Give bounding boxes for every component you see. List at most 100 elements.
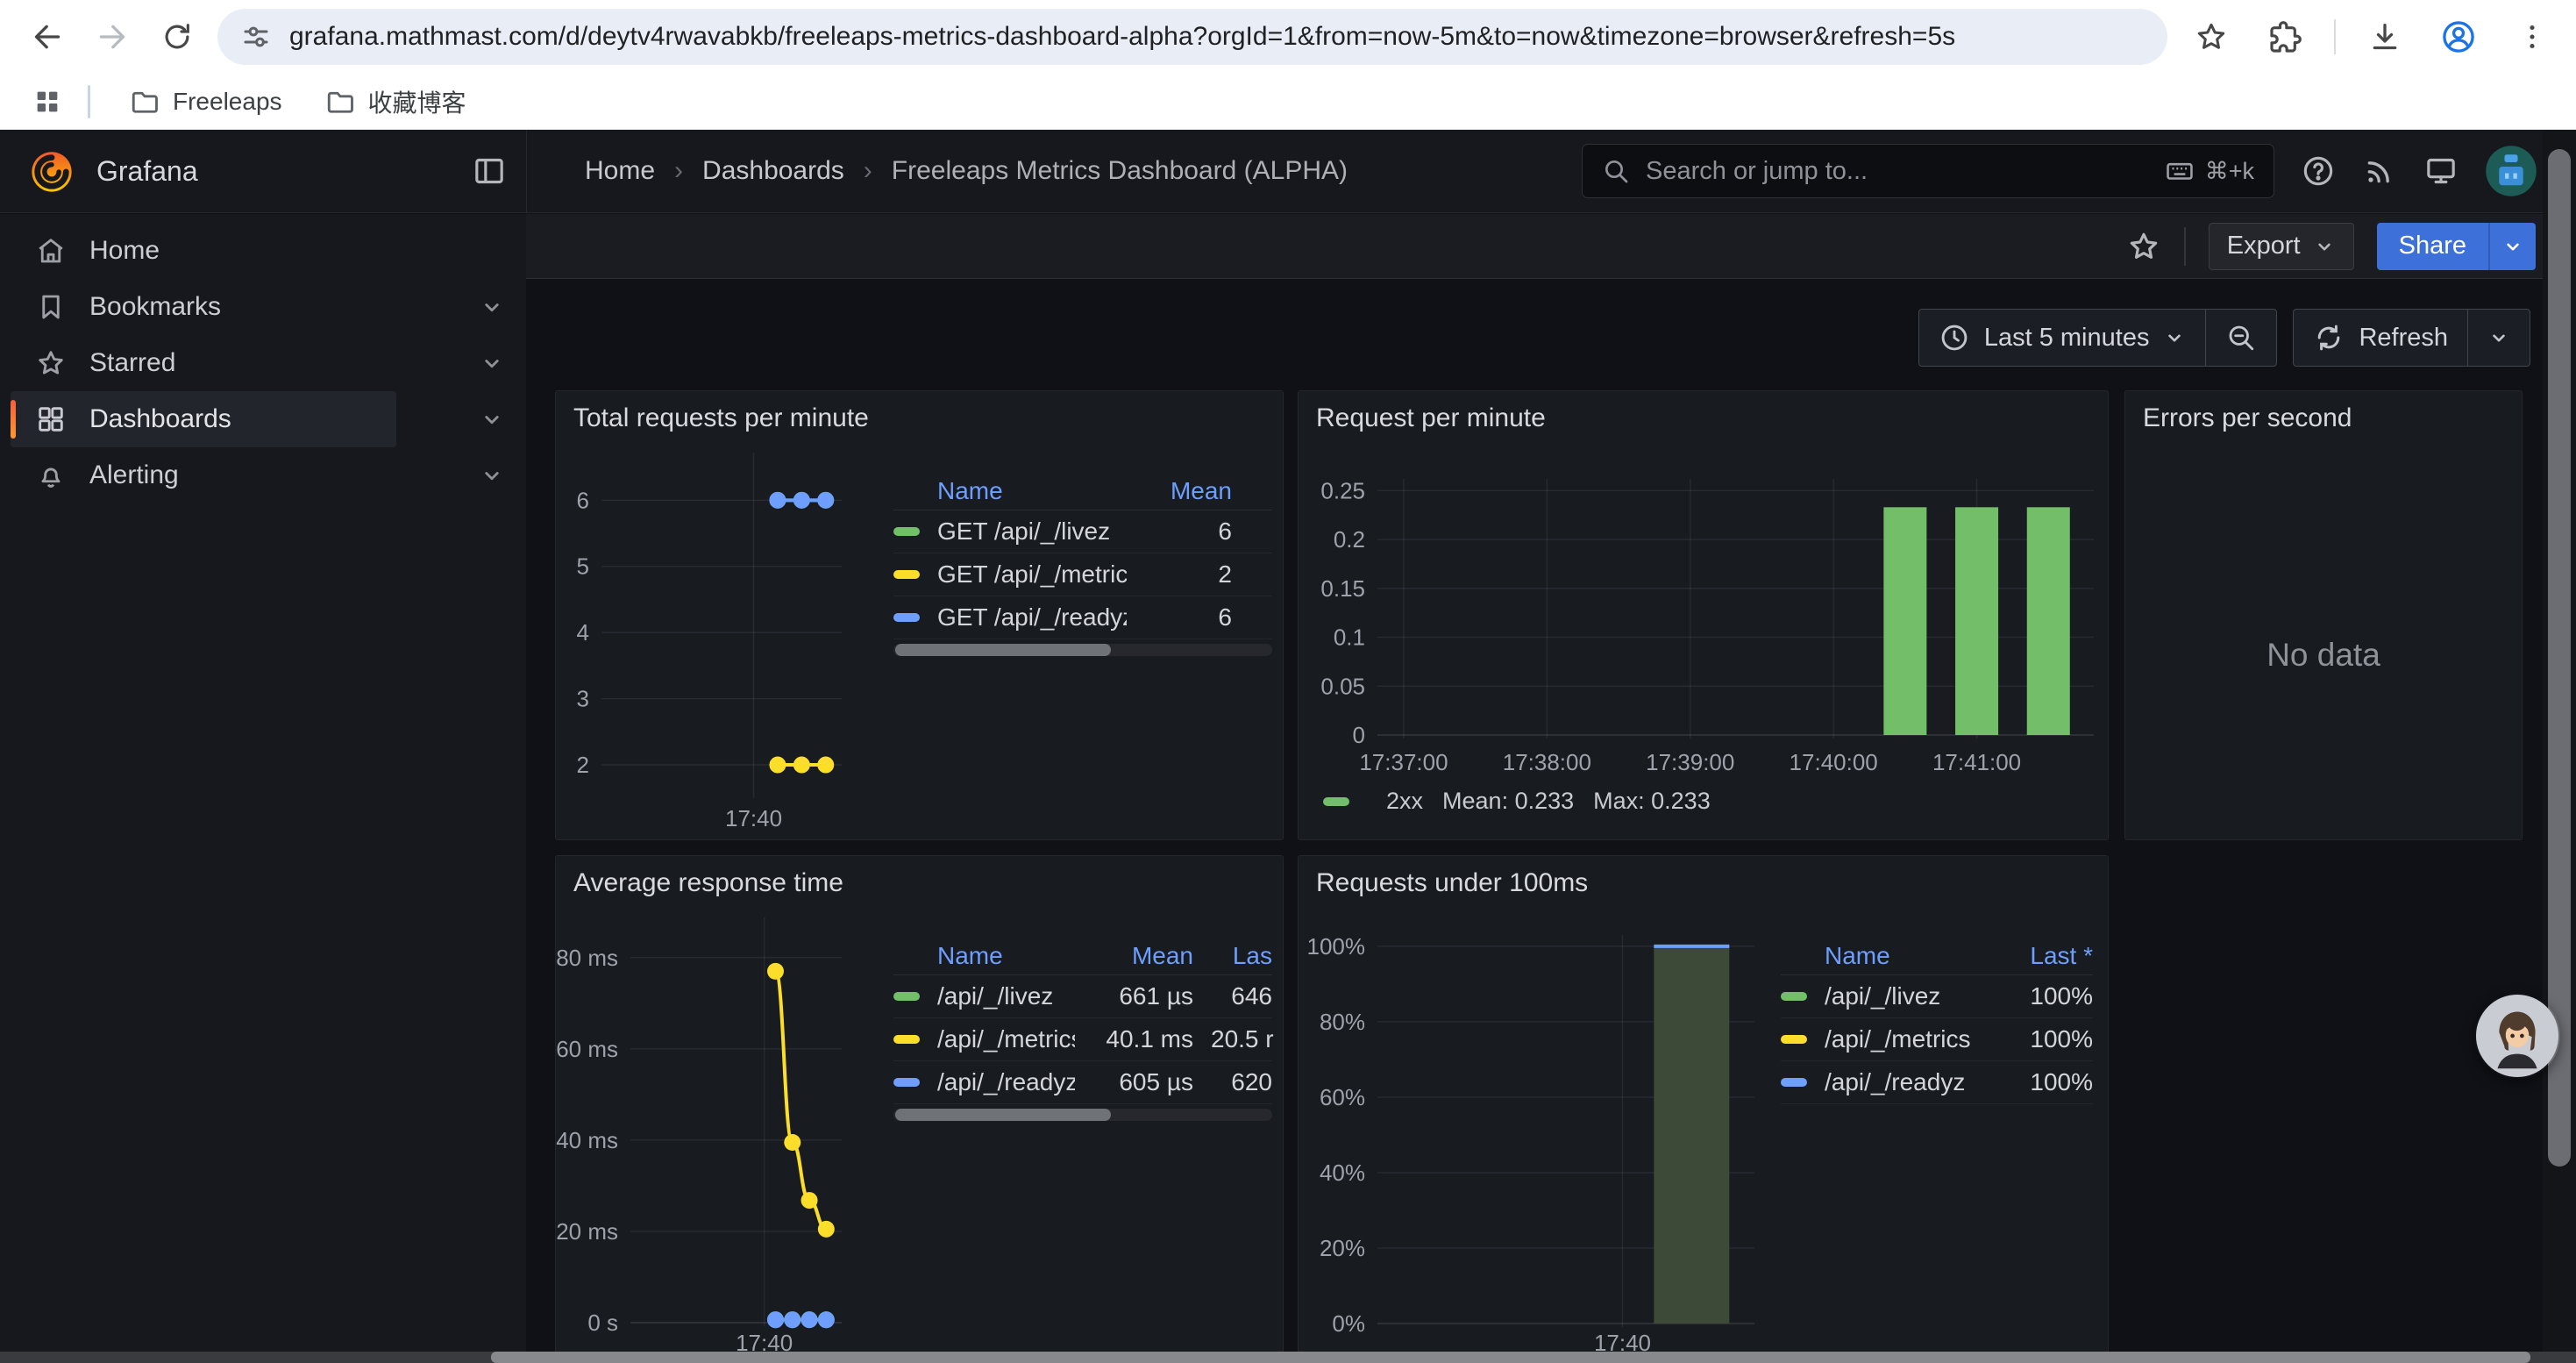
breadcrumb: Home › Dashboards › Freeleaps Metrics Da… <box>526 130 1582 212</box>
panel-title[interactable]: Errors per second <box>2143 403 2352 433</box>
legend-scrollbar[interactable] <box>893 644 1272 656</box>
svg-text:3: 3 <box>577 686 589 712</box>
legend-header[interactable]: NameLast * <box>1781 937 2093 975</box>
sidebar-item-home[interactable]: Home <box>11 223 396 279</box>
search-icon <box>1602 157 1630 185</box>
vertical-scrollbar[interactable] <box>2543 130 2576 1363</box>
series-color-chip <box>893 992 920 1001</box>
bookmark-folder-freeleaps[interactable]: Freeleaps <box>111 79 300 125</box>
sidebar-item-dashboards[interactable]: Dashboards <box>11 391 396 447</box>
legend-row[interactable]: GET /api/_/metrics2 <box>893 553 1272 596</box>
chart-requests-under-100ms[interactable]: 0%20%40%60%80%100%17:40 <box>1299 856 2108 1363</box>
panel-errors-per-second: Errors per second No data <box>2124 390 2523 840</box>
search-input[interactable] <box>1644 156 2151 187</box>
breadcrumb-dashboards[interactable]: Dashboards <box>702 156 844 186</box>
svg-text:0: 0 <box>1353 722 1365 748</box>
legend-row[interactable]: /api/_/readyz605 µs620 <box>893 1061 1272 1104</box>
time-controls: Last 5 minutes Refresh <box>1918 309 2530 367</box>
reload-icon[interactable] <box>153 12 202 61</box>
time-range-picker[interactable]: Last 5 minutes <box>1919 310 2206 366</box>
svg-text:80 ms: 80 ms <box>556 945 618 971</box>
series-color-chip <box>893 613 920 622</box>
help-icon[interactable] <box>2301 153 2336 189</box>
legend-row[interactable]: /api/_/livez100% <box>1781 975 2093 1018</box>
series-color-chip <box>1323 797 1349 806</box>
horizontal-scrollbar-thumb[interactable] <box>491 1352 2530 1363</box>
refresh-icon <box>2313 322 2345 353</box>
keyboard-icon <box>2165 156 2195 186</box>
series-color-chip <box>1781 1035 1807 1044</box>
news-rss-icon[interactable] <box>2362 153 2397 189</box>
back-icon[interactable] <box>23 12 72 61</box>
svg-text:4: 4 <box>577 619 589 646</box>
address-bar[interactable] <box>217 9 2167 65</box>
brand-name[interactable]: Grafana <box>96 155 198 188</box>
zoom-out-icon <box>2225 322 2257 353</box>
export-button[interactable]: Export <box>2209 223 2354 270</box>
clock-icon <box>1939 322 1970 353</box>
bookmark-star-icon[interactable] <box>2187 12 2236 61</box>
sidebar-item-label: Home <box>89 236 160 266</box>
grafana-app: Grafana Home › Dashboards › Freeleaps Me… <box>0 130 2576 1363</box>
series-color-chip <box>893 1078 920 1087</box>
svg-text:40%: 40% <box>1320 1160 1365 1186</box>
bookmark-folder-label: 收藏博客 <box>368 84 466 119</box>
svg-text:17:41:00: 17:41:00 <box>1932 749 2021 775</box>
assistant-avatar[interactable] <box>2474 993 2560 1079</box>
chevron-down-icon[interactable] <box>479 294 505 320</box>
svg-text:17:38:00: 17:38:00 <box>1503 749 1591 775</box>
legend-series-name[interactable]: 2xx <box>1386 788 1423 815</box>
user-avatar[interactable] <box>2485 145 2537 197</box>
sidebar-collapse-icon[interactable] <box>472 153 507 189</box>
apps-grid-icon[interactable] <box>26 81 68 123</box>
sidebar-item-starred[interactable]: Starred <box>11 335 396 391</box>
forward-icon[interactable] <box>88 12 137 61</box>
refresh-button[interactable]: Refresh <box>2294 310 2467 366</box>
search-box[interactable]: ⌘+k <box>1582 144 2274 198</box>
sidebar: Home Bookmarks St <box>0 214 526 1363</box>
refresh-interval-caret[interactable] <box>2467 310 2530 366</box>
legend-header[interactable]: NameMeanLas <box>893 937 1272 975</box>
sidebar-item-label: Starred <box>89 348 175 378</box>
svg-text:80%: 80% <box>1320 1009 1365 1035</box>
browser-menu-icon[interactable] <box>2508 12 2557 61</box>
sidebar-row-starred: Starred <box>11 335 514 391</box>
grafana-logo[interactable] <box>26 146 77 196</box>
toolbar-divider <box>2334 19 2336 54</box>
sidebar-row-alerting: Alerting <box>11 447 514 503</box>
site-settings-icon[interactable] <box>240 21 272 53</box>
sidebar-row-bookmarks: Bookmarks <box>11 279 514 335</box>
legend-header[interactable]: NameMean <box>893 472 1272 510</box>
chevron-down-icon[interactable] <box>479 350 505 376</box>
svg-text:20 ms: 20 ms <box>556 1218 618 1245</box>
sidebar-item-label: Dashboards <box>89 404 231 434</box>
profile-avatar-icon[interactable] <box>2434 12 2483 61</box>
bookmark-folder-blogs[interactable]: 收藏博客 <box>307 79 484 125</box>
legend-row[interactable]: /api/_/metrics40.1 ms20.5 r <box>893 1018 1272 1061</box>
legend-row[interactable]: GET /api/_/readyz6 <box>893 596 1272 639</box>
chevron-down-icon[interactable] <box>479 462 505 489</box>
legend-row[interactable]: /api/_/metrics100% <box>1781 1018 2093 1061</box>
share-menu-caret[interactable] <box>2488 223 2536 270</box>
chevron-down-icon[interactable] <box>479 406 505 432</box>
breadcrumb-separator: › <box>864 156 872 186</box>
legend-scrollbar[interactable] <box>893 1109 1272 1121</box>
folder-icon <box>129 86 160 118</box>
sidebar-item-bookmarks[interactable]: Bookmarks <box>11 279 396 335</box>
favorite-star-icon[interactable] <box>2126 229 2161 264</box>
series-color-chip <box>893 527 920 536</box>
sidebar-item-alerting[interactable]: Alerting <box>11 447 396 503</box>
extensions-icon[interactable] <box>2260 12 2309 61</box>
download-icon[interactable] <box>2360 12 2409 61</box>
share-button[interactable]: Share <box>2377 223 2488 270</box>
legend-row[interactable]: GET /api/_/livez6 <box>893 510 1272 553</box>
monitor-icon[interactable] <box>2423 153 2459 189</box>
zoom-out-button[interactable] <box>2205 310 2276 366</box>
chart-request-per-minute[interactable]: 00.050.10.150.20.2517:37:0017:38:0017:39… <box>1299 391 2108 839</box>
legend-row[interactable]: /api/_/livez661 µs646 <box>893 975 1272 1018</box>
url-text[interactable] <box>288 21 2145 53</box>
breadcrumb-home[interactable]: Home <box>585 156 655 186</box>
horizontal-scrollbar[interactable] <box>0 1352 2576 1363</box>
legend-row[interactable]: /api/_/readyz100% <box>1781 1061 2093 1104</box>
refresh-group: Refresh <box>2293 309 2530 367</box>
